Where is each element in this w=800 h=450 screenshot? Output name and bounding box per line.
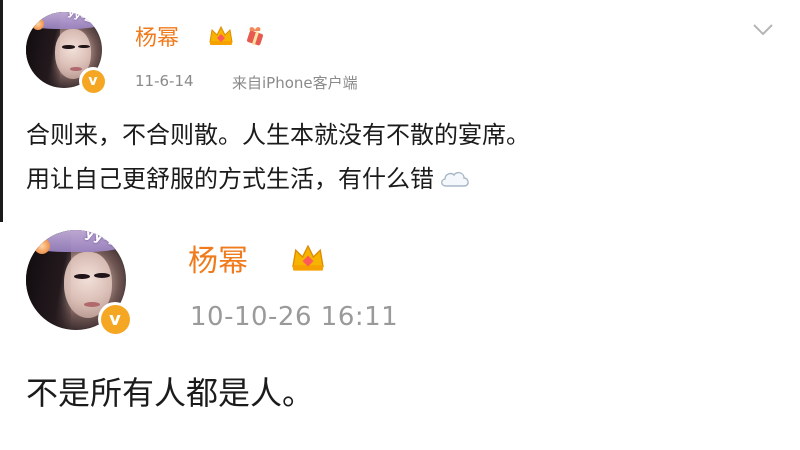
weibo-post-1: yy-2020 v 杨幂 11-6-14 来自iPhone客户端 合则来，不合则… [0,0,800,222]
divider [0,0,3,222]
post-content-line-2-text: 用让自己更舒服的方式生活，有什么错 [26,165,434,193]
gift-icon [247,27,263,46]
post-content: 不是所有人都是人。 [26,374,315,412]
post-content-line-1: 合则来，不合则散。人生本就没有不散的宴席。 [26,121,530,149]
username[interactable]: 杨幂 [135,20,179,52]
post-content: 合则来，不合则散。人生本就没有不散的宴席。 用让自己更舒服的方式生活，有什么错 [26,113,766,201]
verified-badge: v [98,302,132,336]
verified-badge: v [79,67,107,95]
verified-icon: v [81,69,105,93]
post-time: 11-6-14 [135,72,194,90]
cloud-icon [441,171,469,187]
crown-icon [209,25,233,45]
chevron-down-icon[interactable] [752,23,774,37]
verified-icon: v [100,304,130,334]
weibo-post-2: yy-2020 v 杨幂 10-10-26 16:11 不是所有人都是人。 [0,222,540,450]
crown-icon [292,244,324,271]
username[interactable]: 杨幂 [188,236,248,280]
post-time: 10-10-26 16:11 [190,302,399,332]
post-source: 来自iPhone客户端 [232,74,358,92]
post-content-line-2: 用让自己更舒服的方式生活，有什么错 [26,157,766,201]
